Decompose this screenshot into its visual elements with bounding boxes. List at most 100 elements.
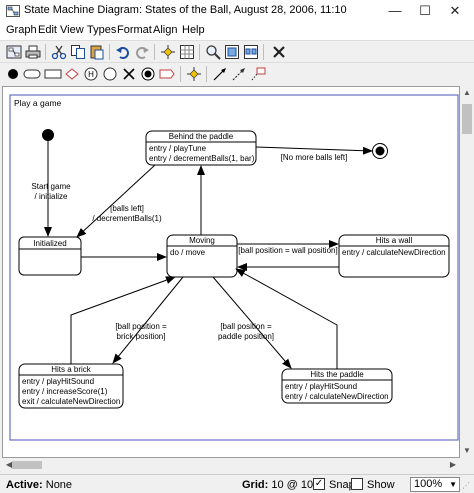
scroll-right-icon[interactable]: ▶ <box>446 458 460 472</box>
zoom-fit-icon[interactable] <box>223 43 241 61</box>
toolbar-separator <box>154 44 155 60</box>
state-hits-the-paddle: Hits the paddle entry / playHitSound ent… <box>281 368 393 404</box>
show-label: Show <box>367 479 395 491</box>
menu-view[interactable]: View <box>60 24 84 36</box>
print-icon[interactable] <box>24 43 42 61</box>
undo-icon[interactable] <box>114 43 132 61</box>
horizontal-scrollbar[interactable]: ◀ ▶ <box>2 458 460 472</box>
state-machine-diagram: Play a game Behind the paddle entry / pl… <box>9 94 459 441</box>
signal-icon[interactable] <box>158 65 176 83</box>
decision-icon[interactable] <box>44 65 62 83</box>
state-name: Hits a brick <box>51 365 92 374</box>
state-action: entry / calculateNewDirection <box>342 248 446 257</box>
grid-status: Grid: 10 @ 10 <box>242 479 314 491</box>
transition-label: paddle position] <box>218 332 274 341</box>
state-name: Behind the paddle <box>169 132 234 141</box>
zoom-select[interactable]: 100% ▼ <box>410 477 460 492</box>
snap-icon[interactable] <box>159 43 177 61</box>
maximize-button[interactable]: ☐ <box>410 0 440 22</box>
zoom-icon[interactable] <box>204 43 222 61</box>
transition-label: Start game <box>31 182 71 191</box>
scroll-down-icon[interactable]: ▼ <box>460 444 474 458</box>
main-toolbar <box>0 40 474 63</box>
title-bar[interactable]: State Machine Diagram: States of the Bal… <box>0 0 474 22</box>
state-action: entry / calculateNewDirection <box>285 392 389 401</box>
cut-icon[interactable] <box>50 43 68 61</box>
snap-checkbox[interactable]: ✓ <box>313 478 325 490</box>
menu-bar: Graph Edit View Types Format Align Help <box>0 22 474 40</box>
final-state-core <box>375 146 385 156</box>
diagram-app-icon <box>6 5 20 17</box>
vertical-scroll-thumb[interactable] <box>462 104 472 134</box>
transition-icon[interactable] <box>211 65 229 83</box>
toolbar-separator <box>45 44 46 60</box>
diagram-canvas[interactable]: Play a game Behind the paddle entry / pl… <box>2 86 460 458</box>
chevron-down-icon: ▼ <box>449 480 457 489</box>
state-behind-the-paddle: Behind the paddle entry / playTune entry… <box>145 130 257 166</box>
initial-state <box>42 129 54 141</box>
transition-label: [balls left] <box>110 204 144 213</box>
menu-graph[interactable]: Graph <box>6 24 37 36</box>
fork-icon[interactable] <box>185 65 203 83</box>
choice-icon[interactable] <box>63 65 81 83</box>
zoom-page-icon[interactable] <box>242 43 260 61</box>
horizontal-scroll-thumb[interactable] <box>12 461 42 469</box>
state-action: entry / increaseScore(1) <box>22 387 108 396</box>
status-bar: Active: None Grid: 10 @ 10 ✓ Snap Show 1… <box>0 474 474 493</box>
close-button[interactable]: ✕ <box>440 0 470 22</box>
state-action: entry / playHitSound <box>22 377 94 386</box>
frame-label: Play a game <box>14 98 62 108</box>
state-name: Hits a wall <box>376 236 413 245</box>
menu-types[interactable]: Types <box>87 24 116 36</box>
copy-icon[interactable] <box>69 43 87 61</box>
flow-icon[interactable] <box>230 65 248 83</box>
show-checkbox[interactable] <box>351 478 363 490</box>
state-icon[interactable] <box>23 65 41 83</box>
window-title: State Machine Diagram: States of the Bal… <box>24 4 347 16</box>
initial-state-icon[interactable] <box>4 65 22 83</box>
toolbar-separator <box>263 44 264 60</box>
state-name: Hits the paddle <box>310 370 364 379</box>
state-initialized: Initialized <box>18 236 82 276</box>
toolbar-separator <box>109 44 110 60</box>
final-state-icon[interactable] <box>139 65 157 83</box>
state-name: Moving <box>189 236 215 245</box>
transition-label: [No more balls left] <box>281 153 348 162</box>
properties-icon[interactable] <box>5 43 23 61</box>
app-window: State Machine Diagram: States of the Bal… <box>0 0 474 493</box>
state-action: entry / playTune <box>149 144 207 153</box>
state-hits-a-wall: Hits a wall entry / calculateNewDirectio… <box>338 234 450 278</box>
transition-label: [ball position = <box>220 322 272 331</box>
state-name: Initialized <box>33 239 66 248</box>
state-action: entry / decrementBalls(1, bar) <box>149 154 255 163</box>
state-action: do / move <box>170 248 206 257</box>
terminate-icon[interactable] <box>120 65 138 83</box>
toolbar-separator <box>206 66 207 82</box>
history-icon[interactable]: H <box>82 65 100 83</box>
menu-format[interactable]: Format <box>117 24 152 36</box>
note-link-icon[interactable] <box>249 65 267 83</box>
minimize-button[interactable]: — <box>380 0 410 22</box>
state-hits-a-brick: Hits a brick entry / playHitSound entry … <box>18 363 124 409</box>
state-action: entry / playHitSound <box>285 382 357 391</box>
resize-grip-icon[interactable]: ⋰ <box>462 481 472 491</box>
menu-align[interactable]: Align <box>153 24 177 36</box>
state-moving: Moving do / move <box>166 234 238 278</box>
transition-label: / decrementBalls(1) <box>92 214 162 223</box>
delete-icon[interactable] <box>270 43 288 61</box>
transition-label: [ball position = wall position] <box>238 246 337 255</box>
toolbar-separator <box>199 44 200 60</box>
grid-icon[interactable] <box>178 43 196 61</box>
vertical-scrollbar[interactable]: ▲ ▼ <box>460 86 474 458</box>
scroll-up-icon[interactable]: ▲ <box>460 86 474 100</box>
transition-label: [ball position = <box>115 322 167 331</box>
menu-edit[interactable]: Edit <box>38 24 57 36</box>
menu-help[interactable]: Help <box>182 24 205 36</box>
transition-label: / initialize <box>35 192 68 201</box>
paste-icon[interactable] <box>88 43 106 61</box>
svg-text:H: H <box>88 70 94 79</box>
transition-label: brick position] <box>117 332 166 341</box>
shapes-toolbar: H <box>0 62 474 85</box>
junction-icon[interactable] <box>101 65 119 83</box>
redo-icon[interactable] <box>133 43 151 61</box>
